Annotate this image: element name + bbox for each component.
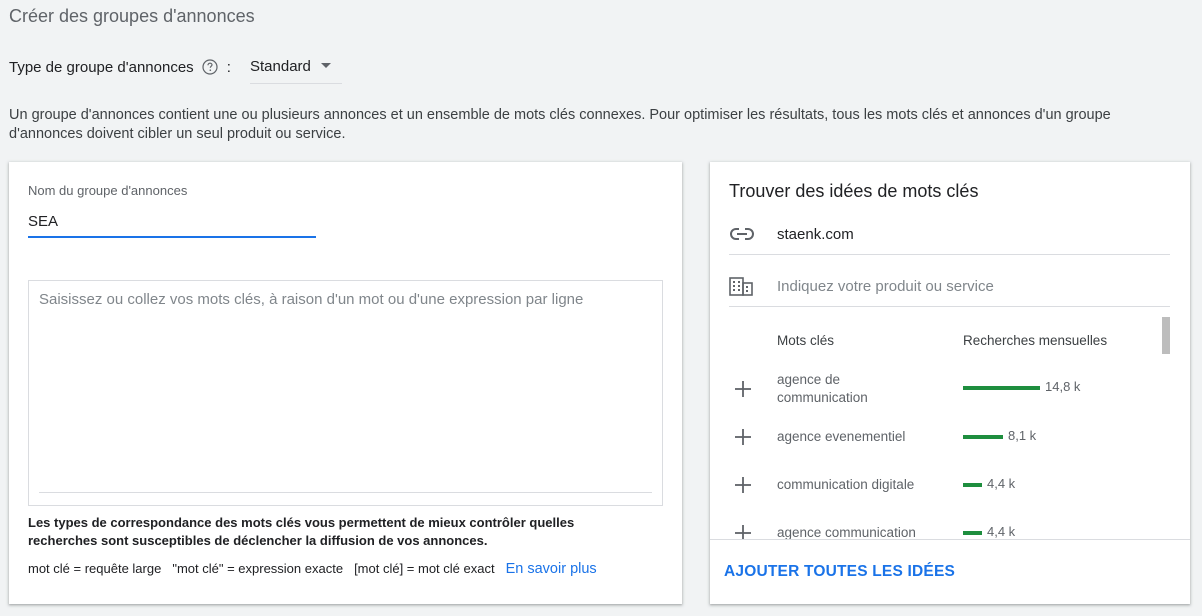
keyword-idea-row: agence evenementiel 8,1 k [710, 418, 1190, 462]
ad-group-type-colon: : [226, 58, 231, 76]
url-value: staenk.com [777, 225, 854, 243]
link-icon [729, 224, 759, 244]
keyword-ideas-title: Trouver des idées de mots clés [729, 181, 979, 201]
ad-group-type-value: Standard [250, 57, 311, 75]
url-field[interactable]: staenk.com [729, 214, 1170, 255]
ad-group-name-label: Nom du groupe d'annonces [28, 183, 188, 198]
ad-group-type-label: Type de groupe d'annonces [9, 58, 194, 76]
ideas-scrollbar[interactable] [1162, 317, 1170, 354]
keyword-idea-name: agence evenementiel [777, 429, 906, 444]
match-type-phrase: "mot clé" = expression exacte [172, 561, 344, 576]
keyword-volume-bar [963, 531, 982, 535]
keyword-volume-bar [963, 435, 1003, 439]
keyword-volume: 4,4 k [987, 476, 1016, 491]
page-title: Créer des groupes d'annonces [9, 6, 255, 26]
ad-group-name-input[interactable] [28, 206, 316, 238]
ad-group-card: Nom du groupe d'annonces Les types de co… [9, 162, 682, 604]
ideas-footer: AJOUTER TOUTES LES IDÉES [710, 539, 1190, 604]
keyword-volume: 8,1 k [1008, 428, 1037, 443]
keyword-idea-name: agence de communication [777, 372, 868, 405]
keyword-volume: 14,8 k [1045, 379, 1081, 394]
keywords-box [28, 280, 663, 506]
help-circle-icon[interactable] [202, 59, 218, 75]
textarea-underline [39, 492, 652, 493]
keyword-idea-row: agence de communication 14,8 k [710, 367, 1190, 411]
col-header-monthly-searches: Recherches mensuelles [963, 333, 1108, 348]
ad-group-type-select[interactable]: Standard [250, 49, 342, 84]
plus-icon[interactable] [734, 380, 752, 398]
add-all-ideas-button[interactable]: AJOUTER TOUTES LES IDÉES [724, 563, 955, 581]
caret-down-icon [321, 63, 331, 68]
plus-icon[interactable] [734, 428, 752, 446]
match-type-note: Les types de correspondance des mots clé… [28, 515, 575, 548]
match-type-broad: mot clé = requête large [28, 561, 162, 576]
keyword-ideas-card: Trouver des idées de mots clés staenk.co… [710, 162, 1190, 604]
plus-icon[interactable] [734, 476, 752, 494]
product-placeholder: Indiquez votre produit ou service [777, 277, 994, 295]
match-type-exact: [mot clé] = mot clé exact [354, 561, 495, 576]
intro-text: Un groupe d'annonces contient une ou plu… [9, 107, 1111, 142]
building-icon [729, 276, 759, 296]
keyword-volume-bar [963, 386, 1040, 390]
keyword-idea-row: communication digitale 4,4 k [710, 466, 1190, 510]
match-types-row: mot clé = requête large "mot clé" = expr… [28, 561, 597, 577]
product-field[interactable]: Indiquez votre produit ou service [729, 266, 1170, 307]
col-header-keywords: Mots clés [777, 333, 835, 348]
keyword-idea-name: communication digitale [777, 477, 915, 492]
keyword-volume: 4,4 k [987, 524, 1016, 539]
keywords-textarea[interactable] [29, 281, 662, 505]
learn-more-link[interactable]: En savoir plus [506, 561, 597, 577]
ad-group-type-row: Type de groupe d'annonces : [9, 55, 231, 79]
keyword-volume-bar [963, 483, 982, 487]
